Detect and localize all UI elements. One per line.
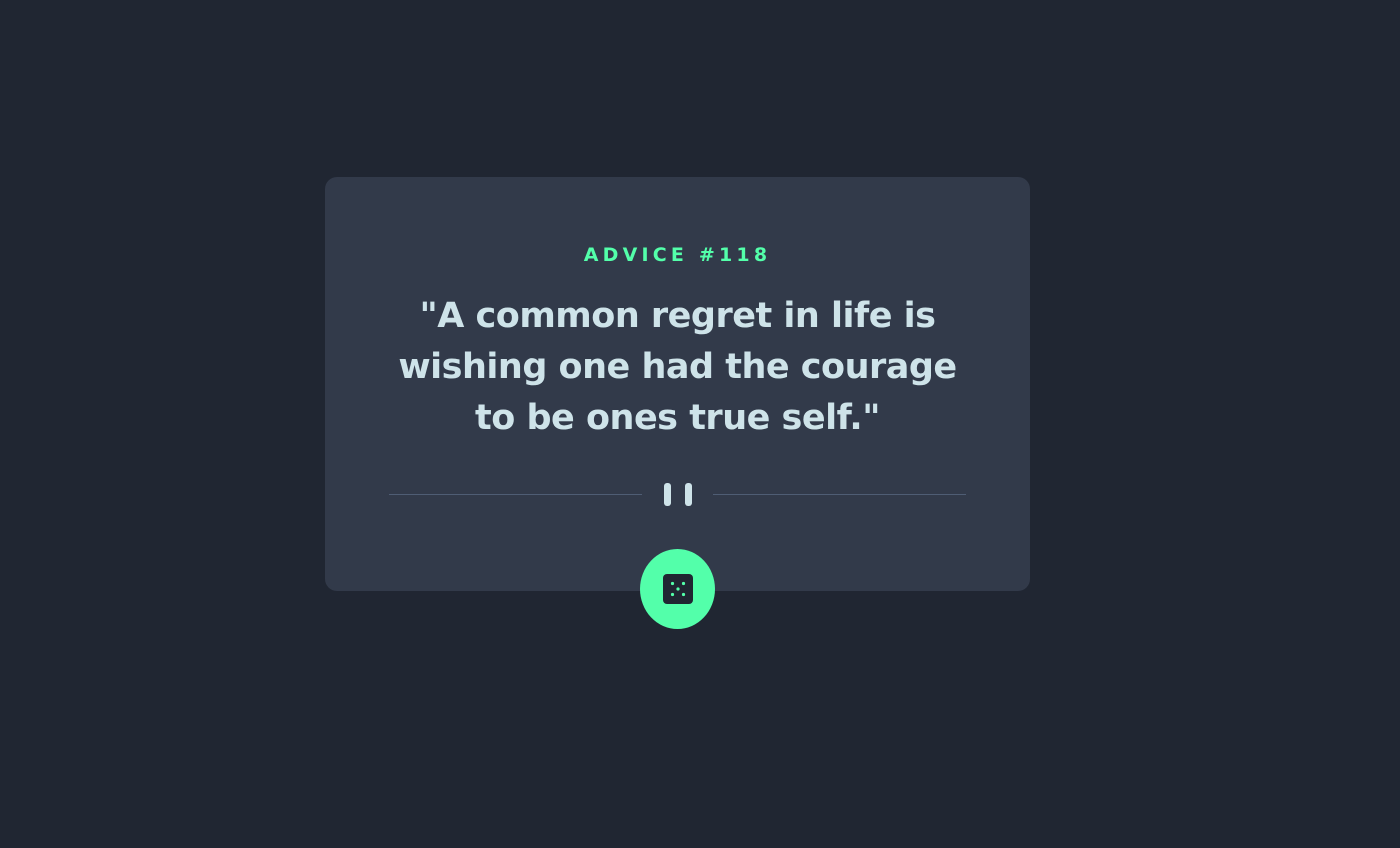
advice-card: ADVICE #118 "A common regret in life is … <box>325 177 1030 591</box>
divider-line-right <box>713 493 966 495</box>
new-advice-button[interactable] <box>640 549 715 629</box>
pause-bar-right <box>684 482 692 506</box>
pause-icon <box>663 482 692 506</box>
dice-icon <box>662 574 693 604</box>
pause-bar-left <box>663 482 671 506</box>
pattern-divider <box>389 482 966 506</box>
divider-line-left <box>389 493 642 495</box>
advice-number-label: ADVICE #118 <box>583 244 772 266</box>
advice-quote: "A common regret in life is wishing one … <box>398 296 957 438</box>
